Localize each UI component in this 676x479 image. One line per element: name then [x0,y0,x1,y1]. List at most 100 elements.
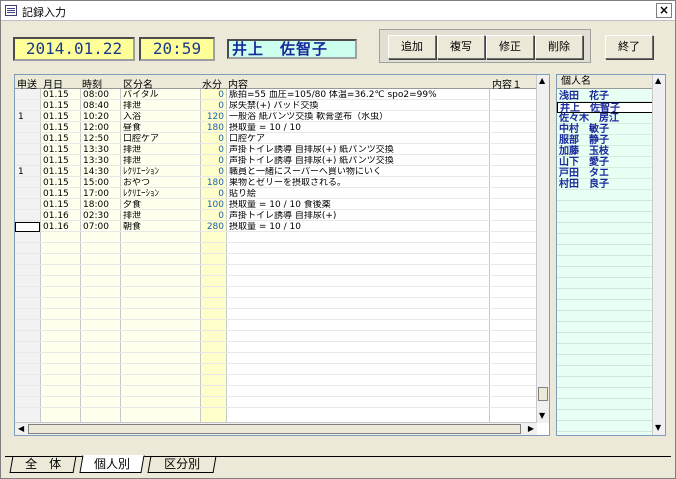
empty-row [15,376,537,386]
empty-list-line [557,333,653,344]
row-category: 排泄 [123,156,142,166]
col-header-content1: 内容１ [492,80,522,91]
h-scroll-thumb[interactable] [28,424,521,434]
resident-list-header: 個人名 [557,75,653,89]
resident-list-item[interactable]: 佐々木 房江 [557,113,653,124]
table-row[interactable]: 01.16 07:00 朝食 280 摂取量 = 10 / 10 [15,222,537,232]
edit-button[interactable]: 修正 [486,35,534,59]
empty-list-line [557,190,653,201]
row-time: 12:50 [83,134,109,144]
row-time: 07:00 [83,222,109,232]
list-scroll-down-icon[interactable]: ▼ [655,423,661,432]
row-date: 01.15 [43,145,69,155]
row-flag: 1 [18,167,24,177]
row-flag: 1 [18,112,24,122]
row-selector[interactable] [15,222,40,232]
empty-list-line [557,377,653,388]
table-vertical-scrollbar[interactable]: ▲ ▼ [536,75,549,423]
row-water: 180 [206,178,224,188]
row-date: 01.15 [43,156,69,166]
resident-list-item[interactable]: 戸田 タエ [557,168,653,179]
empty-list-line [557,344,653,355]
table-row[interactable]: 01.15 08:00 バイタル 0 脈拍=55 血圧=105/80 体温=36.2℃ … [15,90,537,100]
tab-category[interactable]: 区分別 [147,456,217,473]
empty-row [15,277,537,287]
resident-list-item[interactable]: 中村 敏子 [557,124,653,135]
records-table[interactable]: 申送 月日 時刻 区分名 水分 内容 内容１ 01.15 08:00 バイタル 0 脈拍… [14,74,550,436]
row-date: 01.15 [43,90,69,100]
resident-list-item[interactable]: 加藤 玉枝 [557,146,653,157]
tab-all[interactable]: 全 体 [9,456,77,473]
empty-row [15,244,537,254]
row-time: 12:00 [83,123,109,133]
scroll-right-icon[interactable]: ▶ [528,424,534,433]
empty-row [15,299,537,309]
table-row[interactable]: 01.15 12:50 口腔ケア 0 口腔ケア [15,134,537,144]
empty-list-line [557,366,653,377]
row-category: ﾚｸﾘｴｰｼｮﾝ [123,167,160,177]
resident-list-item[interactable]: 村田 良子 [557,179,653,190]
table-row[interactable]: 01.15 18:00 夕食 100 摂取量 = 10 / 10 食後薬 [15,200,537,210]
delete-button[interactable]: 削除 [535,35,583,59]
resident-list-item[interactable]: 服部 静子 [557,135,653,146]
col-header-flag: 申送 [17,80,37,91]
empty-list-line [557,355,653,366]
table-row[interactable]: 01.15 12:00 昼食 180 摂取量 = 10 / 10 [15,123,537,133]
copy-button[interactable]: 複写 [437,35,485,59]
empty-row [15,387,537,397]
empty-row [15,255,537,265]
row-content: 声掛トイレ誘導 自排尿(+) 紙パンツ交換 [229,145,394,155]
row-water: 0 [218,189,224,199]
row-water: 0 [218,156,224,166]
title-bar: 記録入力 × [1,1,675,21]
tab-individual[interactable]: 個人別 [79,455,145,473]
row-date: 01.15 [43,134,69,144]
empty-row [15,310,537,320]
row-time: 17:00 [83,189,109,199]
row-water: 100 [206,200,224,210]
empty-row [15,321,537,331]
empty-list-line [557,223,653,234]
scroll-down-icon[interactable]: ▼ [539,411,545,420]
table-row[interactable]: 1 01.15 10:20 入浴 120 一般浴 紙パンツ交換 軟膏塗布（水虫） [15,112,537,122]
table-row[interactable]: 01.15 13:30 排泄 0 声掛トイレ誘導 自排尿(+) 紙パンツ交換 [15,145,537,155]
row-content: 貼り絵 [229,189,257,199]
empty-list-line [557,267,653,278]
view-tabs: 全 体 個人別 区分別 [5,455,671,474]
exit-button[interactable]: 終了 [605,35,653,59]
row-date: 01.15 [43,101,69,111]
row-category: 口腔ケア [123,134,160,144]
resident-list-item[interactable]: 井上 佐智子 [557,102,653,114]
scroll-left-icon[interactable]: ◀ [18,424,24,433]
table-row[interactable]: 01.16 02:30 排泄 0 声掛トイレ誘導 自排尿(+) [15,211,537,221]
list-scroll-up-icon[interactable]: ▲ [655,76,661,85]
table-row[interactable]: 01.15 13:30 排泄 0 声掛トイレ誘導 自排尿(+) 紙パンツ交換 [15,156,537,166]
resident-list-item[interactable]: 山下 愛子 [557,157,653,168]
row-water: 0 [218,167,224,177]
empty-row [15,288,537,298]
empty-list-line [557,410,653,421]
date-display: 2014.01.22 [13,37,135,61]
col-header-content: 内容 [228,80,248,91]
row-content: 声掛トイレ誘導 自排尿(+) [229,211,337,221]
row-category: 排泄 [123,211,142,221]
row-time: 08:40 [83,101,109,111]
add-button[interactable]: 追加 [388,35,436,59]
record-input-window: 記録入力 × 2014.01.22 20:59 井上 佐智子 追加 複写 修正 … [0,0,676,479]
close-button[interactable]: × [656,3,672,18]
resident-list-item[interactable]: 浅田 花子 [557,91,653,102]
table-row[interactable]: 01.15 08:40 排泄 0 尿失禁(+) パッド交換 [15,101,537,111]
table-row[interactable]: 1 01.15 14:30 ﾚｸﾘｴｰｼｮﾝ 0 職員と一緒にスーパーへ買い物にいく [15,167,537,177]
row-content: 果物とゼリーを摂取される。 [229,178,347,188]
scroll-thumb[interactable] [538,387,548,401]
resident-list[interactable]: 個人名 浅田 花子 井上 佐智子 佐々木 房江 中村 敏子 服部 静子 加藤 玉枝 山下 愛… [556,74,666,436]
scroll-up-icon[interactable]: ▲ [539,76,545,85]
row-water: 280 [206,222,224,232]
row-category: 入浴 [123,112,142,122]
row-category: バイタル [123,90,159,100]
resident-list-scrollbar[interactable]: ▲ ▼ [652,75,665,435]
table-row[interactable]: 01.15 17:00 ﾚｸﾘｴｰｼｮﾝ 0 貼り絵 [15,189,537,199]
table-horizontal-scrollbar[interactable]: ◀ ▶ [15,422,537,435]
table-row[interactable]: 01.15 15:00 おやつ 180 果物とゼリーを摂取される。 [15,178,537,188]
table-header: 申送 月日 時刻 区分名 水分 内容 内容１ [15,75,537,91]
